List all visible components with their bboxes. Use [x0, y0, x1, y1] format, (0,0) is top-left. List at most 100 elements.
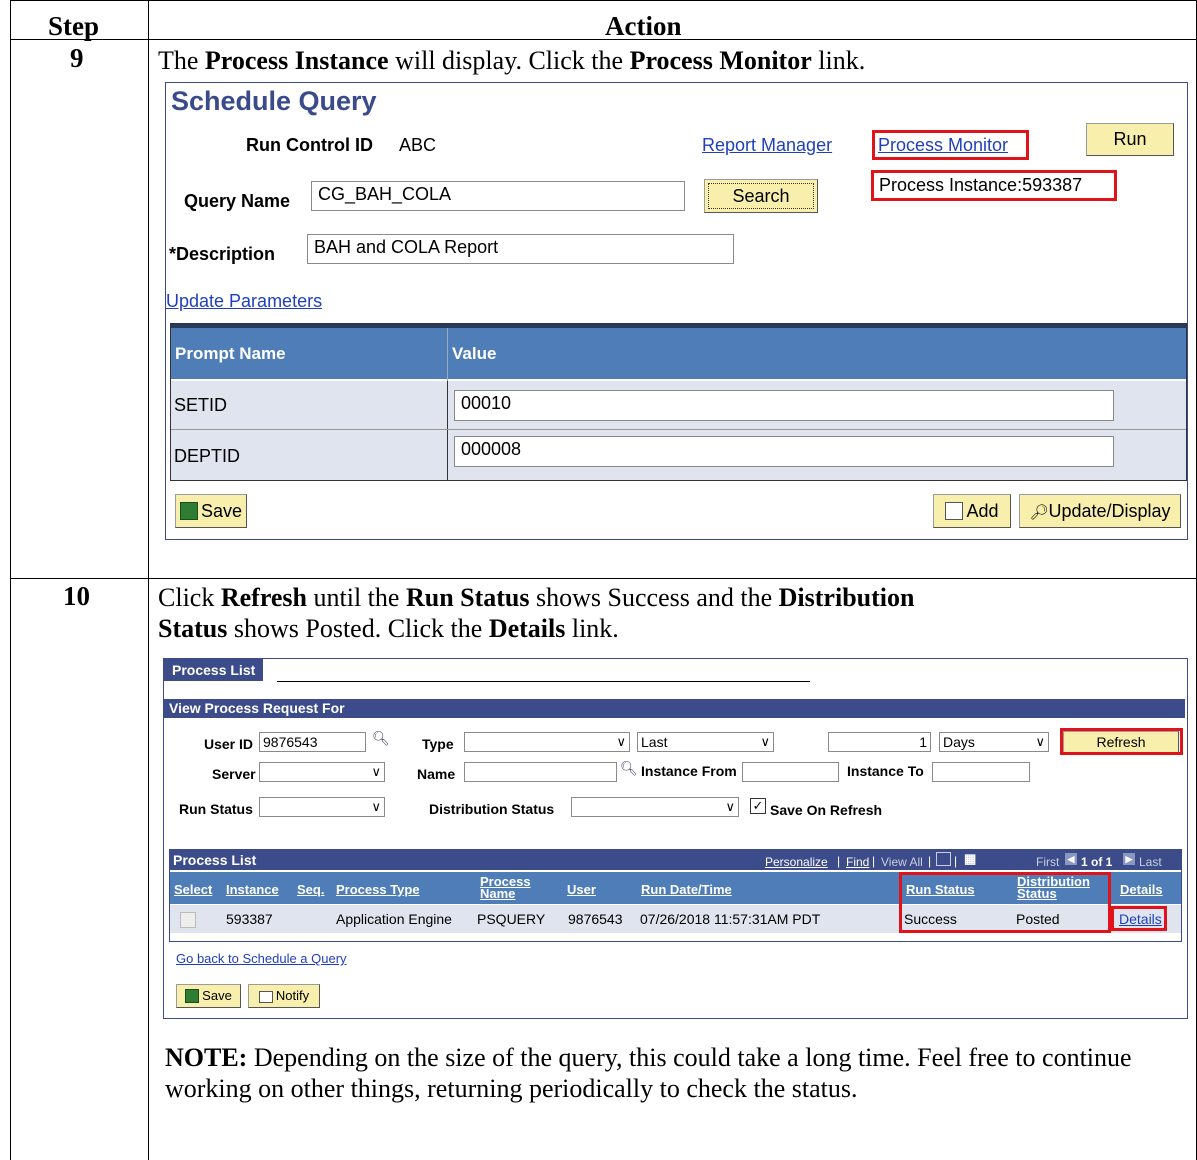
update-parameters-link[interactable]: Update Parameters: [166, 291, 322, 312]
header-bottom-border: [10, 39, 1197, 40]
col-process-name[interactable]: Process Name: [480, 875, 531, 901]
run-button[interactable]: Run: [1086, 123, 1174, 156]
separator: |: [928, 854, 932, 868]
grid-header-row: Prompt Name Value: [171, 324, 1186, 383]
step-number: 9: [70, 43, 84, 73]
process-monitor-panel: Process List View Process Request For Us…: [163, 658, 1188, 1019]
table-left-border: [10, 0, 11, 1160]
deptid-value-input[interactable]: 000008: [454, 436, 1114, 467]
schedule-query-panel: Schedule Query Run Control ID ABC Report…: [165, 82, 1188, 540]
notify-button[interactable]: Notify: [248, 984, 320, 1008]
save-icon: [185, 989, 200, 1003]
last-select[interactable]: Last ∨: [637, 732, 774, 752]
user-search-icon[interactable]: 🔍︎: [372, 731, 390, 748]
row-select-checkbox[interactable]: [180, 912, 196, 928]
parameters-grid: Prompt Name Value SETID 00010 DEPTID 000…: [170, 323, 1187, 481]
name-label: Name: [417, 766, 456, 782]
col-instance[interactable]: Instance: [226, 883, 279, 896]
type-label: Type: [422, 736, 454, 752]
last-link[interactable]: Last: [1139, 855, 1162, 869]
description-input[interactable]: BAH and COLA Report: [307, 234, 734, 264]
save-button[interactable]: Save: [176, 984, 241, 1008]
report-manager-link[interactable]: Report Manager: [702, 135, 832, 156]
note-label: NOTE:: [165, 1043, 248, 1072]
next-icon[interactable]: ▶: [1123, 853, 1135, 865]
table-top-border: [10, 0, 1197, 1]
notify-button-label: Notify: [275, 988, 310, 1003]
user-id-label: User ID: [204, 736, 254, 752]
chevron-down-icon: ∨: [371, 799, 381, 814]
search-button[interactable]: Search: [704, 179, 818, 213]
instance-from-input[interactable]: [742, 762, 839, 782]
col-process-type[interactable]: Process Type: [336, 883, 420, 896]
row-process-type: Application Engine: [336, 911, 452, 927]
step-instruction-line2: Status shows Posted. Click the Details l…: [158, 614, 619, 643]
col-process-name-line2: Name: [480, 886, 516, 901]
run-control-label: Run Control ID: [246, 135, 373, 155]
save-button-label: Save: [202, 988, 232, 1003]
first-link[interactable]: First: [1036, 855, 1059, 869]
view-all-link[interactable]: View All: [881, 855, 923, 869]
grid-row-divider: [447, 381, 448, 429]
name-input[interactable]: [464, 762, 617, 782]
col-run-date[interactable]: Run Date/Time: [641, 883, 732, 896]
step-number: 10: [63, 581, 90, 611]
instance-to-input[interactable]: [932, 762, 1030, 782]
row-run-date: 07/26/2018 11:57:31AM PDT: [640, 911, 821, 927]
save-on-refresh-checkbox[interactable]: ✓: [750, 798, 766, 814]
highlight-process-monitor: [872, 130, 1029, 160]
column-divider: [148, 0, 149, 1160]
save-icon: [180, 502, 198, 520]
instance-to-label: Instance To: [847, 763, 924, 779]
days-count-input[interactable]: 1: [828, 732, 931, 752]
tab-process-list[interactable]: Process List: [164, 659, 264, 681]
chevron-down-icon: ∨: [371, 764, 381, 779]
separator: |: [872, 854, 876, 868]
find-link[interactable]: Find: [846, 855, 869, 869]
notify-icon: [258, 991, 273, 1003]
grid-row-setid: SETID 00010: [171, 381, 1186, 430]
step-instruction: The Process Instance will display. Click…: [158, 46, 866, 75]
type-select[interactable]: ∨: [464, 732, 630, 752]
grid-row-prompt: DEPTID: [174, 446, 241, 466]
chevron-down-icon: ∨: [725, 799, 735, 814]
run-status-label: Run Status: [179, 801, 253, 817]
run-status-select[interactable]: ∨: [259, 797, 385, 817]
query-name-input[interactable]: CG_BAH_COLA: [311, 181, 685, 211]
save-on-refresh-label: Save On Refresh: [770, 802, 883, 818]
action-column-header: Action: [605, 11, 682, 41]
days-select[interactable]: Days ∨: [939, 732, 1049, 752]
user-id-input[interactable]: 9876543: [259, 732, 366, 752]
page-count: 1 of 1: [1081, 855, 1113, 869]
last-select-value: Last: [641, 734, 668, 750]
tab-underline: [277, 681, 810, 682]
step-column-header: Step: [48, 11, 100, 41]
col-select[interactable]: Select: [174, 883, 212, 896]
grid-header-divider: [447, 328, 448, 383]
setid-value-input[interactable]: 00010: [454, 390, 1114, 421]
server-select[interactable]: ∨: [259, 762, 385, 782]
add-button-label: Add: [966, 501, 999, 521]
personalize-link[interactable]: Personalize: [765, 855, 828, 869]
previous-icon[interactable]: ◀: [1065, 853, 1077, 865]
col-seq[interactable]: Seq.: [297, 883, 324, 896]
go-back-link[interactable]: Go back to Schedule a Query: [176, 951, 347, 966]
name-search-icon[interactable]: 🔍︎: [620, 761, 638, 778]
page-title: Schedule Query: [171, 86, 377, 116]
save-button[interactable]: Save: [175, 494, 247, 528]
update-display-button[interactable]: 🔎︎Update/Display: [1019, 494, 1181, 528]
grid-row-prompt: SETID: [174, 395, 228, 415]
magnifier-icon: 🔎︎: [1029, 504, 1049, 521]
highlight-status-columns: [899, 872, 1111, 933]
process-list-bar: Process List Personalize | Find | View A…: [170, 850, 1181, 870]
col-user[interactable]: User: [567, 883, 596, 896]
server-label: Server: [212, 766, 256, 782]
chevron-down-icon: ∨: [1035, 734, 1045, 749]
distribution-status-select[interactable]: ∨: [571, 797, 739, 817]
update-display-label: Update/Display: [1048, 501, 1171, 521]
row-process-name: PSQUERY: [477, 911, 546, 927]
new-window-icon[interactable]: [936, 852, 951, 866]
add-button[interactable]: Add: [933, 494, 1011, 528]
grid-download-icon[interactable]: ▦: [964, 851, 976, 867]
highlight-process-instance: [871, 170, 1117, 201]
